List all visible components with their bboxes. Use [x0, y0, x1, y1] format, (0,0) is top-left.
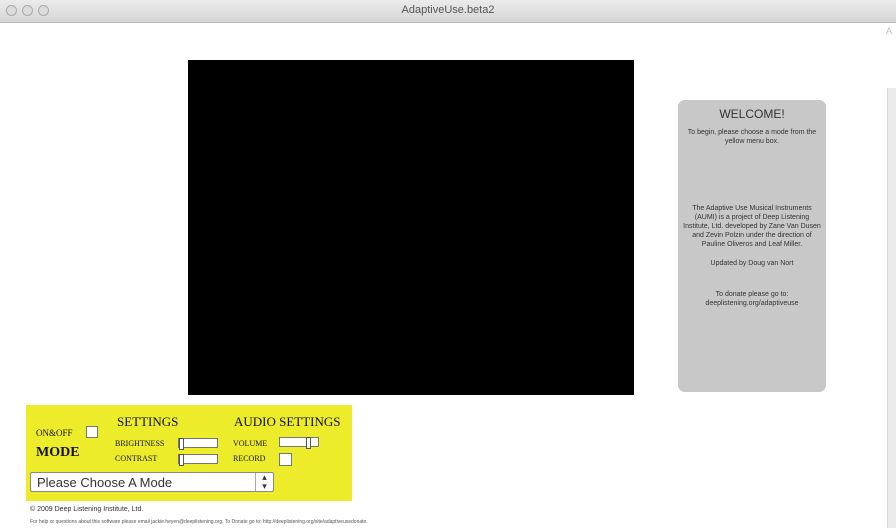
brightness-label: BRIGHTNESS [115, 439, 165, 448]
brightness-slider[interactable] [178, 438, 218, 450]
onoff-checkbox[interactable] [86, 426, 98, 438]
welcome-panel: WELCOME! To begin, please choose a mode … [678, 100, 826, 392]
audio-settings-heading: AUDIO SETTINGS [234, 414, 341, 429]
settings-heading: SETTINGS [117, 414, 179, 429]
brightness-slider-knob[interactable] [179, 438, 184, 450]
corner-mark: A [885, 26, 892, 36]
contrast-slider-knob[interactable] [179, 454, 184, 466]
contrast-slider[interactable] [178, 454, 218, 466]
side-scrollbar[interactable] [887, 88, 896, 528]
welcome-title: WELCOME! [719, 107, 785, 121]
record-checkbox[interactable] [279, 453, 292, 466]
control-panel: ON&OFF MODE SETTINGS BRIGHTNESS CONTRAST… [26, 405, 352, 501]
onoff-label: ON&OFF [36, 428, 73, 438]
mode-select[interactable]: Please Choose A Mode ▴ ▾ [30, 472, 274, 492]
welcome-intro: To begin, please choose a mode from the … [687, 129, 817, 145]
contrast-label: CONTRAST [115, 454, 158, 463]
record-label: RECORD [233, 454, 266, 463]
mode-label: MODE [36, 445, 80, 460]
volume-label: VOLUME [233, 439, 268, 448]
mode-select-value: Please Choose A Mode [37, 475, 173, 490]
title-bar: AdaptiveUse.beta2 [0, 0, 896, 23]
select-arrows-icon: ▴ ▾ [255, 473, 273, 491]
copyright-text: © 2009 Deep Listening Institute, Ltd. [30, 506, 144, 513]
volume-slider[interactable] [279, 437, 319, 449]
welcome-donate: To donate please go to: deeplistening.or… [705, 291, 799, 307]
welcome-updated: Updated by Doug van Nort [710, 260, 794, 267]
help-text: For help or questions about this softwar… [30, 519, 368, 525]
welcome-about: The Adaptive Use Musical Instruments (AU… [683, 205, 821, 248]
volume-slider-knob[interactable] [306, 437, 312, 449]
window-title: AdaptiveUse.beta2 [401, 4, 495, 16]
camera-view[interactable] [188, 60, 634, 395]
